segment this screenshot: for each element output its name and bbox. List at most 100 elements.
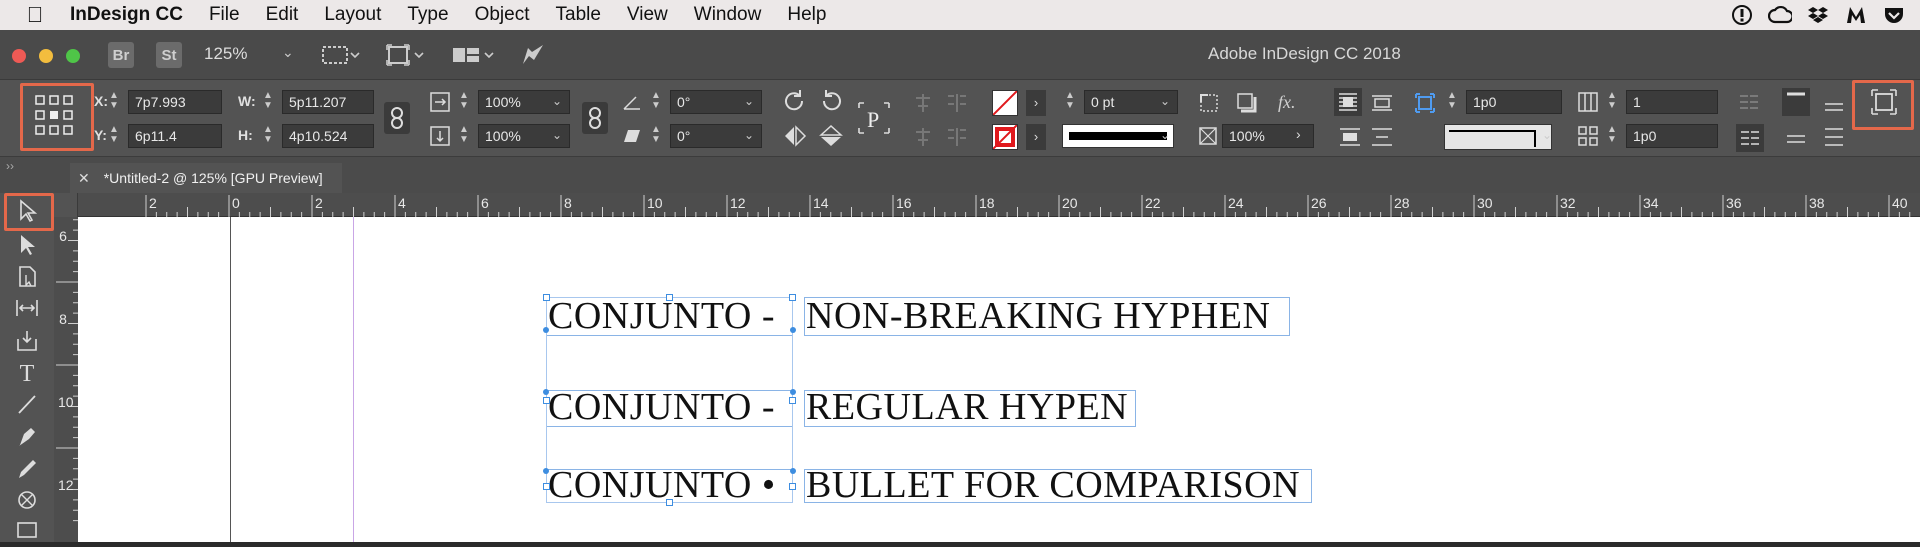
effects-button[interactable]: fx. [1278, 92, 1296, 113]
stock-button[interactable]: St [156, 42, 182, 68]
anchor-point[interactable] [790, 327, 796, 333]
chevron-down-icon[interactable]: ⌄ [744, 128, 754, 142]
selection-handle[interactable] [666, 499, 673, 506]
anchor-point[interactable] [543, 327, 549, 333]
screen-mode-icon[interactable] [386, 44, 424, 71]
align-center-icon[interactable] [910, 92, 936, 119]
stroke-weight-stepper[interactable]: ▲ ▼ [1062, 90, 1078, 114]
wrap-offset-stepper[interactable]: ▲ ▼ [1444, 90, 1460, 114]
dropbox-icon[interactable] [1806, 4, 1830, 26]
columns-stepper[interactable]: ▲ ▼ [1604, 90, 1620, 114]
rectangle-tool-icon[interactable] [12, 519, 42, 547]
h-stepper[interactable]: ▲ ▼ [260, 124, 276, 148]
scale-x-stepper[interactable]: ▲ ▼ [456, 90, 472, 114]
stroke-type-preview[interactable] [1062, 124, 1174, 148]
constrain-proportions-icon[interactable] [384, 102, 410, 134]
fill-swatch[interactable] [992, 90, 1018, 116]
wrap-around-bounding-icon[interactable] [1334, 88, 1362, 116]
menu-help[interactable]: Help [774, 4, 839, 26]
zoom-level[interactable]: 125% [204, 44, 247, 64]
selection-handle[interactable] [543, 294, 550, 301]
rotate-stepper[interactable]: ▲ ▼ [648, 90, 664, 114]
menu-app-name[interactable]: InDesign CC [70, 4, 196, 26]
m-app-icon[interactable] [1844, 4, 1868, 26]
chevron-down-icon[interactable]: ⌄ [552, 94, 562, 108]
selection-handle[interactable] [543, 397, 550, 404]
gutter-field[interactable] [1626, 124, 1718, 148]
pencil-tool-icon[interactable] [12, 457, 42, 485]
menu-type[interactable]: Type [394, 4, 461, 26]
rotate-counterclockwise-icon[interactable] [818, 88, 844, 119]
apple-icon[interactable]:  [0, 2, 70, 28]
close-icon[interactable]: ✕ [78, 170, 90, 187]
flip-horizontal-icon[interactable] [782, 124, 808, 153]
content-collector-tool-icon[interactable] [12, 329, 42, 357]
align-center-vertical-icon[interactable] [1822, 96, 1846, 123]
anchor-point[interactable] [790, 389, 796, 395]
page-tool-icon[interactable] [12, 265, 42, 293]
selection-handle[interactable] [666, 294, 673, 301]
wrap-around-shape-icon[interactable] [1370, 92, 1394, 119]
shear-stepper[interactable]: ▲ ▼ [648, 124, 664, 148]
constrain-scale-icon[interactable] [582, 102, 608, 134]
window-minimize-button[interactable] [39, 49, 53, 63]
text-non-breaking-hyphen[interactable]: NON-BREAKING HYPHEN [806, 294, 1270, 338]
reference-point-icon[interactable] [34, 94, 74, 141]
align-bottom-icon[interactable] [1784, 126, 1808, 153]
info-status-icon[interactable] [1730, 4, 1754, 26]
jump-next-column-icon[interactable] [1370, 126, 1394, 153]
document-tab[interactable]: ✕ *Untitled-2 @ 125% [GPU Preview] [70, 163, 342, 193]
h-field[interactable] [282, 124, 374, 148]
arrange-documents-icon[interactable] [452, 44, 496, 71]
columns-field[interactable] [1626, 90, 1718, 114]
chevron-down-icon[interactable]: ⌄ [282, 44, 294, 61]
wrap-contour-preview[interactable] [1444, 124, 1552, 150]
text-frame-icon[interactable]: P [856, 100, 892, 141]
bridge-button[interactable]: Br [108, 42, 134, 68]
selection-handle[interactable] [789, 483, 796, 490]
selection-tool-icon[interactable] [12, 199, 42, 227]
drop-shadow-icon[interactable] [1236, 92, 1258, 119]
creative-cloud-icon[interactable] [1768, 4, 1792, 26]
chevron-down-icon[interactable]: ⌄ [1542, 128, 1552, 142]
menu-edit[interactable]: Edit [253, 4, 312, 26]
y-field[interactable] [128, 124, 222, 148]
align-top-icon[interactable] [1782, 88, 1810, 116]
document-canvas[interactable]: CONJUNTO - NON-BREAKING HYPHEN CONJUNTO … [78, 217, 1920, 542]
y-stepper[interactable]: ▲ ▼ [106, 124, 122, 148]
balance-columns-icon[interactable] [1736, 124, 1764, 152]
publish-online-icon[interactable] [520, 42, 546, 73]
x-stepper[interactable]: ▲ ▼ [106, 90, 122, 114]
horizontal-ruler[interactable]: 2 0 2 4 6 8 10 12 14 16 18 20 22 24 26 28 30 32 34 36 38 40 [78, 193, 1920, 217]
rotate-clockwise-icon[interactable] [782, 88, 808, 119]
pen-tool-icon[interactable] [12, 425, 42, 453]
direct-selection-tool-icon[interactable] [12, 233, 42, 261]
menu-table[interactable]: Table [543, 4, 614, 26]
text-regular-hyphen[interactable]: REGULAR HYPEN [806, 385, 1128, 429]
anchor-point[interactable] [790, 468, 796, 474]
rectangle-frame-tool-icon[interactable] [12, 489, 42, 517]
chevron-down-icon[interactable]: ⌄ [1160, 128, 1170, 142]
anchor-point[interactable] [543, 468, 549, 474]
distribute-vertical-icon[interactable] [944, 126, 970, 153]
align-vertical-icon[interactable] [910, 126, 936, 153]
menu-object[interactable]: Object [462, 4, 543, 26]
menu-layout[interactable]: Layout [311, 4, 394, 26]
gutter-stepper[interactable]: ▲ ▼ [1604, 124, 1620, 148]
corner-options-icon[interactable] [1198, 92, 1220, 119]
anchor-point[interactable] [543, 389, 549, 395]
gap-tool-icon[interactable] [12, 297, 42, 325]
menu-window[interactable]: Window [681, 4, 775, 26]
vertical-ruler[interactable]: 6 8 10 12 [54, 217, 78, 542]
fill-menu-button[interactable]: › [1026, 90, 1046, 116]
span-columns-icon[interactable] [1738, 92, 1760, 117]
selection-handle[interactable] [543, 483, 550, 490]
distribute-icon[interactable] [944, 92, 970, 119]
jump-object-icon[interactable] [1338, 126, 1362, 153]
chevron-down-icon[interactable]: ⌄ [1160, 94, 1170, 108]
selection-handle[interactable] [789, 294, 796, 301]
window-close-button[interactable] [12, 49, 26, 63]
chevron-down-icon[interactable]: ⌄ [552, 128, 562, 142]
line-tool-icon[interactable] [12, 393, 42, 421]
collapse-panels-icon[interactable]: ›› [6, 159, 14, 173]
